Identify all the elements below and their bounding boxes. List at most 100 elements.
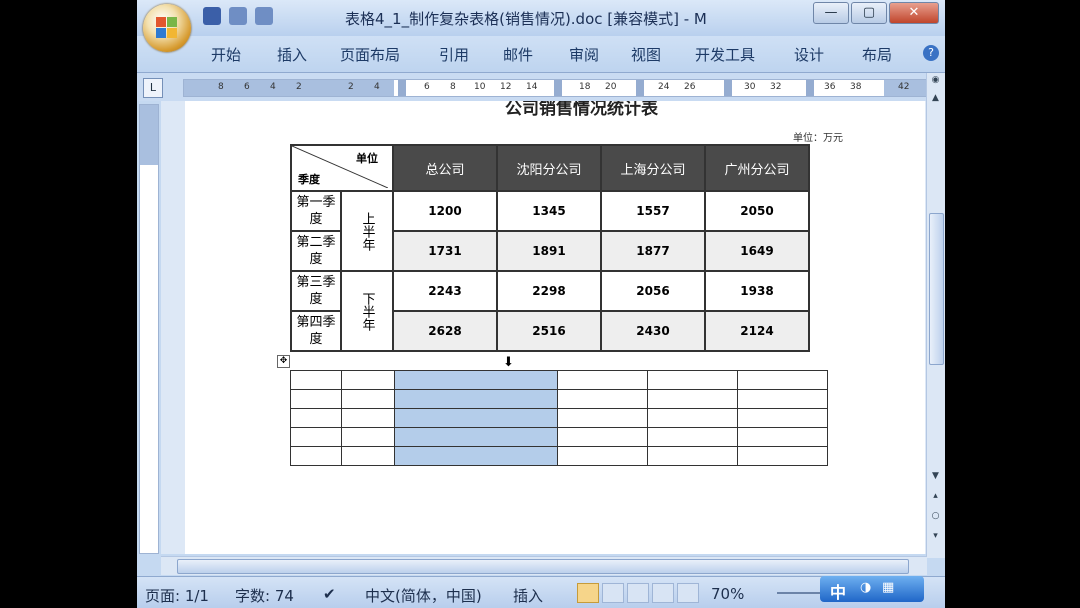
value-cell[interactable]: 1731 — [392, 230, 498, 272]
tab-view[interactable]: 视图 — [631, 44, 661, 65]
value-cell[interactable]: 2298 — [496, 270, 602, 312]
customize-qat-icon[interactable] — [281, 7, 291, 25]
ime-punctuation-icon[interactable]: ◑ — [860, 580, 871, 595]
value-cell[interactable]: 1891 — [496, 230, 602, 272]
table-cell[interactable] — [737, 408, 828, 428]
table-cell[interactable] — [341, 446, 395, 466]
half-year-cell[interactable]: 下半年 — [340, 270, 394, 352]
value-cell[interactable]: 2516 — [496, 310, 602, 352]
diagonal-header-cell[interactable]: 单位 季度 — [290, 144, 394, 192]
tab-mailings[interactable]: 邮件 — [503, 44, 533, 65]
horizontal-scrollbar[interactable] — [161, 556, 927, 575]
table-cell[interactable] — [737, 446, 828, 466]
language-indicator[interactable]: 中文(简体，中国) — [365, 585, 482, 606]
previous-page-icon[interactable]: ▴ — [929, 491, 942, 501]
tab-developer[interactable]: 开发工具 — [695, 44, 755, 65]
horizontal-ruler[interactable]: 8 6 4 2 2 4 6 8 10 12 14 18 20 24 26 30 … — [183, 79, 929, 97]
table-cell[interactable] — [557, 370, 648, 390]
close-button[interactable]: ✕ — [889, 2, 939, 24]
table-cell[interactable] — [341, 408, 395, 428]
table-cell[interactable] — [341, 370, 395, 390]
vertical-scrollbar[interactable]: ◉ ▲ ▼ ▴ ○ ▾ — [926, 73, 945, 558]
table-cell[interactable] — [737, 370, 828, 390]
tab-home[interactable]: 开始 — [211, 44, 241, 65]
value-cell[interactable]: 1938 — [704, 270, 810, 312]
table-cell[interactable] — [647, 408, 738, 428]
spelling-check-icon[interactable]: ✔ — [323, 585, 336, 603]
table-cell[interactable] — [557, 408, 648, 428]
table-cell[interactable] — [647, 389, 738, 409]
table-cell[interactable] — [290, 408, 342, 428]
restore-button[interactable]: ▢ — [851, 2, 887, 24]
office-button[interactable] — [143, 4, 191, 52]
table-cell[interactable] — [647, 427, 738, 447]
value-cell[interactable]: 2124 — [704, 310, 810, 352]
table-cell[interactable] — [290, 427, 342, 447]
tab-design[interactable]: 设计 — [794, 44, 824, 65]
web-layout-view-icon[interactable] — [627, 583, 649, 603]
value-cell[interactable]: 2430 — [600, 310, 706, 352]
quarter-cell[interactable]: 第四季度 — [290, 310, 342, 352]
table-cell[interactable] — [647, 446, 738, 466]
tab-selector-button[interactable]: L — [143, 78, 163, 98]
table-cell[interactable] — [737, 389, 828, 409]
table-cell[interactable] — [557, 389, 648, 409]
table-cell-selected[interactable] — [394, 370, 558, 390]
zoom-level[interactable]: 70% — [711, 585, 744, 603]
table-cell[interactable] — [341, 389, 395, 409]
table-cell-selected[interactable] — [394, 427, 558, 447]
table-cell[interactable] — [290, 389, 342, 409]
tab-layout[interactable]: 布局 — [862, 44, 892, 65]
header-cell[interactable]: 沈阳分公司 — [496, 144, 602, 192]
value-cell[interactable]: 1557 — [600, 190, 706, 232]
quarter-cell[interactable]: 第一季度 — [290, 190, 342, 232]
header-cell[interactable]: 广州分公司 — [704, 144, 810, 192]
outline-view-icon[interactable] — [652, 583, 674, 603]
minimize-button[interactable]: — — [813, 2, 849, 24]
draft-view-icon[interactable] — [677, 583, 699, 603]
header-cell[interactable]: 总公司 — [392, 144, 498, 192]
tab-references[interactable]: 引用 — [439, 44, 469, 65]
table-cell-selected[interactable] — [394, 446, 558, 466]
sales-table[interactable]: 单位 季度 总公司 沈阳分公司 上海分公司 广州分公司 第一季度 上半年 120… — [290, 144, 810, 352]
table-cell[interactable] — [557, 427, 648, 447]
ime-chinese-mode[interactable]: 中 — [830, 579, 846, 603]
ime-toolbar[interactable]: 中 ◑ ▦ — [820, 576, 924, 602]
save-icon[interactable] — [203, 7, 221, 25]
table-cell[interactable] — [557, 446, 648, 466]
document-page[interactable]: 公司销售情况统计表 单位：万元 单位 季度 总公司 沈阳分公司 上海分公司 广州… — [185, 101, 925, 554]
word-count[interactable]: 字数: 74 — [235, 585, 294, 606]
value-cell[interactable]: 1877 — [600, 230, 706, 272]
vertical-scroll-thumb[interactable] — [929, 213, 944, 365]
ruler-toggle-icon[interactable]: ◉ — [929, 75, 942, 85]
vertical-ruler[interactable] — [139, 104, 159, 554]
table-cell[interactable] — [647, 370, 738, 390]
table-cell-selected[interactable] — [394, 408, 558, 428]
help-icon[interactable]: ? — [923, 45, 939, 61]
quarter-cell[interactable]: 第二季度 — [290, 230, 342, 272]
tab-insert[interactable]: 插入 — [277, 44, 307, 65]
ime-keyboard-icon[interactable]: ▦ — [882, 580, 894, 595]
half-year-cell[interactable]: 上半年 — [340, 190, 394, 272]
table-move-handle-icon[interactable]: ✥ — [277, 355, 290, 368]
value-cell[interactable]: 1649 — [704, 230, 810, 272]
table-cell[interactable] — [341, 427, 395, 447]
scroll-down-icon[interactable]: ▼ — [929, 471, 942, 481]
value-cell[interactable]: 1200 — [392, 190, 498, 232]
browse-object-icon[interactable]: ○ — [929, 511, 942, 521]
empty-table[interactable] — [290, 370, 828, 466]
tab-page-layout[interactable]: 页面布局 — [340, 44, 400, 65]
header-cell[interactable]: 上海分公司 — [600, 144, 706, 192]
quarter-cell[interactable]: 第三季度 — [290, 270, 342, 312]
horizontal-scroll-thumb[interactable] — [177, 559, 909, 574]
table-cell[interactable] — [290, 446, 342, 466]
undo-icon[interactable] — [229, 7, 247, 25]
page-indicator[interactable]: 页面: 1/1 — [145, 585, 209, 606]
next-page-icon[interactable]: ▾ — [929, 531, 942, 541]
redo-icon[interactable] — [255, 7, 273, 25]
value-cell[interactable]: 1345 — [496, 190, 602, 232]
tab-review[interactable]: 审阅 — [569, 44, 599, 65]
scroll-up-icon[interactable]: ▲ — [929, 93, 942, 103]
value-cell[interactable]: 2050 — [704, 190, 810, 232]
insert-mode-indicator[interactable]: 插入 — [513, 585, 543, 606]
